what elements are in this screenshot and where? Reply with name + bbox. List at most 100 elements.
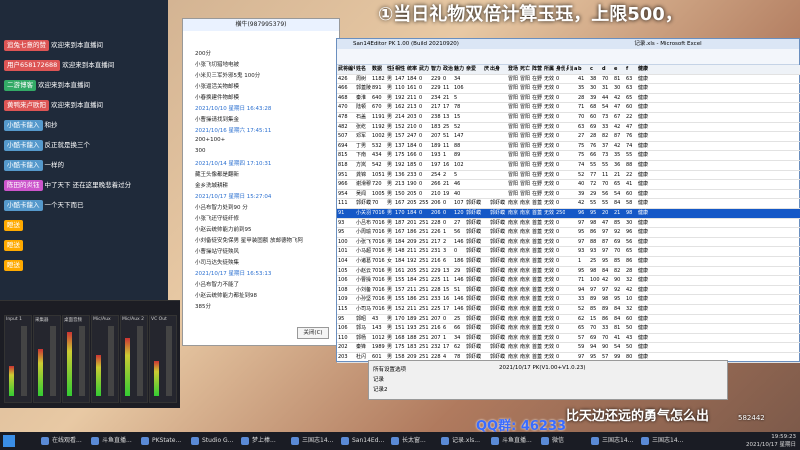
table-row[interactable]: 95 郭昭 43 男 170 189 251 207 0 25 郭虾蟆 郭虾蟆 南京 南京 首蓋 无效 0 62 1… bbox=[337, 315, 800, 325]
table-cell[interactable]: 16 bbox=[442, 295, 453, 304]
table-cell[interactable]: 38 bbox=[589, 75, 601, 84]
table-cell[interactable]: 0 bbox=[555, 103, 565, 112]
table-cell[interactable]: 冒阳 bbox=[507, 75, 519, 84]
explorer-item[interactable]: 记录 bbox=[373, 375, 384, 383]
table-cell[interactable]: 魅力 bbox=[453, 65, 465, 74]
table-cell[interactable]: 184 bbox=[394, 257, 406, 266]
table-cell[interactable]: 36 bbox=[613, 161, 625, 170]
table-cell[interactable]: 男 bbox=[386, 276, 394, 285]
table-cell[interactable]: 238 bbox=[430, 113, 442, 122]
table-cell[interactable]: 姓名 bbox=[355, 65, 371, 74]
table-cell[interactable]: 42 bbox=[613, 94, 625, 103]
table-cell[interactable]: 郭虾蟆 bbox=[489, 334, 507, 343]
table-cell[interactable]: 41 bbox=[613, 334, 625, 343]
table-cell[interactable]: 147 bbox=[394, 75, 406, 84]
table-cell[interactable]: 男 bbox=[386, 209, 394, 218]
table-cell[interactable]: 首蓋 bbox=[531, 315, 543, 324]
table-cell[interactable]: 0 bbox=[555, 343, 565, 352]
table-cell[interactable]: 470 bbox=[337, 103, 355, 112]
volume-fader[interactable] bbox=[79, 326, 85, 396]
table-cell[interactable]: 891 bbox=[371, 84, 386, 93]
table-cell[interactable]: 冒阳 bbox=[519, 132, 531, 141]
table-cell[interactable]: 184 bbox=[406, 75, 418, 84]
table-cell[interactable]: 170 bbox=[394, 315, 406, 324]
table-cell[interactable]: 42 bbox=[625, 286, 637, 295]
table-cell[interactable]: 96 bbox=[625, 228, 637, 237]
table-cell[interactable]: 21 bbox=[613, 171, 625, 180]
table-cell[interactable]: 0 bbox=[555, 199, 565, 208]
table-cell[interactable]: 7016 bbox=[371, 209, 386, 218]
table-cell[interactable]: 0 bbox=[555, 315, 565, 324]
table-cell[interactable]: 70 bbox=[371, 199, 386, 208]
table-cell[interactable]: 231 bbox=[430, 247, 442, 256]
table-cell[interactable]: 健康 bbox=[637, 123, 651, 132]
table-cell[interactable]: 52 bbox=[577, 171, 589, 180]
table-cell[interactable]: 167 bbox=[394, 199, 406, 208]
table-cell[interactable]: 47 bbox=[613, 103, 625, 112]
table-cell[interactable]: 身份 bbox=[555, 65, 565, 74]
table-cell[interactable]: 男 bbox=[386, 286, 394, 295]
table-cell[interactable]: 无效 bbox=[543, 295, 555, 304]
table-cell[interactable]: 7016 bbox=[371, 247, 386, 256]
table-cell[interactable]: 192 bbox=[394, 161, 406, 170]
table-cell[interactable]: 男 bbox=[386, 123, 394, 132]
table-cell[interactable]: 0 bbox=[555, 151, 565, 160]
table-cell[interactable]: 52 bbox=[453, 123, 465, 132]
table-cell[interactable]: 70 bbox=[601, 180, 613, 189]
table-cell[interactable]: 0 bbox=[555, 180, 565, 189]
table-cell[interactable]: 男 bbox=[386, 103, 394, 112]
table-cell[interactable]: 54 bbox=[613, 190, 625, 199]
table-cell[interactable]: 228 bbox=[430, 219, 442, 228]
table-cell[interactable]: 在野 bbox=[531, 161, 543, 170]
table-cell[interactable]: 郭虾蟆 bbox=[465, 343, 483, 352]
table-cell[interactable]: 3 bbox=[442, 247, 453, 256]
table-cell[interactable]: 南京 bbox=[507, 247, 519, 256]
table-cell[interactable]: 在野 bbox=[531, 84, 543, 93]
table-cell[interactable]: 51 bbox=[453, 286, 465, 295]
table-cell[interactable]: 65 bbox=[625, 94, 637, 103]
table-cell[interactable]: 冒阳 bbox=[519, 103, 531, 112]
table-cell[interactable]: 73 bbox=[601, 113, 613, 122]
table-cell[interactable]: 183 bbox=[406, 343, 418, 352]
table-cell[interactable]: 在野 bbox=[531, 94, 543, 103]
table-row[interactable]: 100 小张飞 7016 男 184 209 251 217 2 146 郭虾蟆 郭虾蟆 南京 南京 首蓋无… bbox=[337, 238, 800, 248]
table-cell[interactable]: 吴闻 bbox=[355, 190, 371, 199]
table-cell[interactable]: 33 bbox=[577, 295, 589, 304]
table-cell[interactable]: 郭虾蟆 bbox=[489, 305, 507, 314]
table-cell[interactable]: 健康 bbox=[637, 238, 651, 247]
table-cell[interactable]: 小曹操 bbox=[355, 276, 371, 285]
table-cell[interactable]: 男 bbox=[386, 238, 394, 247]
table-cell[interactable]: 33 bbox=[601, 123, 613, 132]
table-cell[interactable]: 106 bbox=[337, 276, 355, 285]
table-cell[interactable]: 首蓋 bbox=[531, 199, 543, 208]
table-cell[interactable]: 在野 bbox=[531, 190, 543, 199]
table-cell[interactable]: 82 bbox=[613, 267, 625, 276]
table-cell[interactable]: 南京 bbox=[507, 219, 519, 228]
table-cell[interactable]: 0 bbox=[418, 84, 430, 93]
table-cell[interactable]: 健康 bbox=[637, 257, 651, 266]
table-cell[interactable]: 74 bbox=[577, 161, 589, 170]
table-cell[interactable]: 冒阳 bbox=[519, 142, 531, 151]
table-cell[interactable]: 251 bbox=[418, 228, 430, 237]
table-cell[interactable]: 冒阳 bbox=[507, 84, 519, 93]
table-cell[interactable]: 20 bbox=[601, 209, 613, 218]
table-cell[interactable]: 男 bbox=[386, 171, 394, 180]
table-cell[interactable]: 151 bbox=[394, 324, 406, 333]
table-cell[interactable]: 首蓋 bbox=[531, 238, 543, 247]
table-cell[interactable]: 108 bbox=[337, 286, 355, 295]
table-cell[interactable]: 7016 bbox=[371, 228, 386, 237]
table-cell[interactable]: 健康 bbox=[637, 334, 651, 343]
table-cell[interactable]: 39 bbox=[589, 94, 601, 103]
table-cell[interactable]: 南京 bbox=[507, 305, 519, 314]
table-cell[interactable]: 健康 bbox=[637, 75, 651, 84]
table-row[interactable]: 694 丁男 532 男 137 184 0 189 11 88 冒阳 冒阳 在野 无效 0 75 76 37 42… bbox=[337, 142, 800, 152]
table-cell[interactable]: 39 bbox=[577, 190, 589, 199]
table-cell[interactable]: 111 bbox=[337, 199, 355, 208]
table-cell[interactable]: 21 bbox=[442, 180, 453, 189]
table-cell[interactable]: 首蓋 bbox=[531, 305, 543, 314]
table-cell[interactable]: 郭虾蟆 bbox=[489, 238, 507, 247]
mixer-channel[interactable]: Input 1 bbox=[4, 315, 32, 403]
table-cell[interactable]: 0 bbox=[555, 324, 565, 333]
table-cell[interactable]: 健康 bbox=[637, 132, 651, 141]
table-row[interactable]: 815 下南 434 男 175 166 0 193 1 89 冒阳 冒阳 在野 无效 0 75 66 73 35 5… bbox=[337, 151, 800, 161]
